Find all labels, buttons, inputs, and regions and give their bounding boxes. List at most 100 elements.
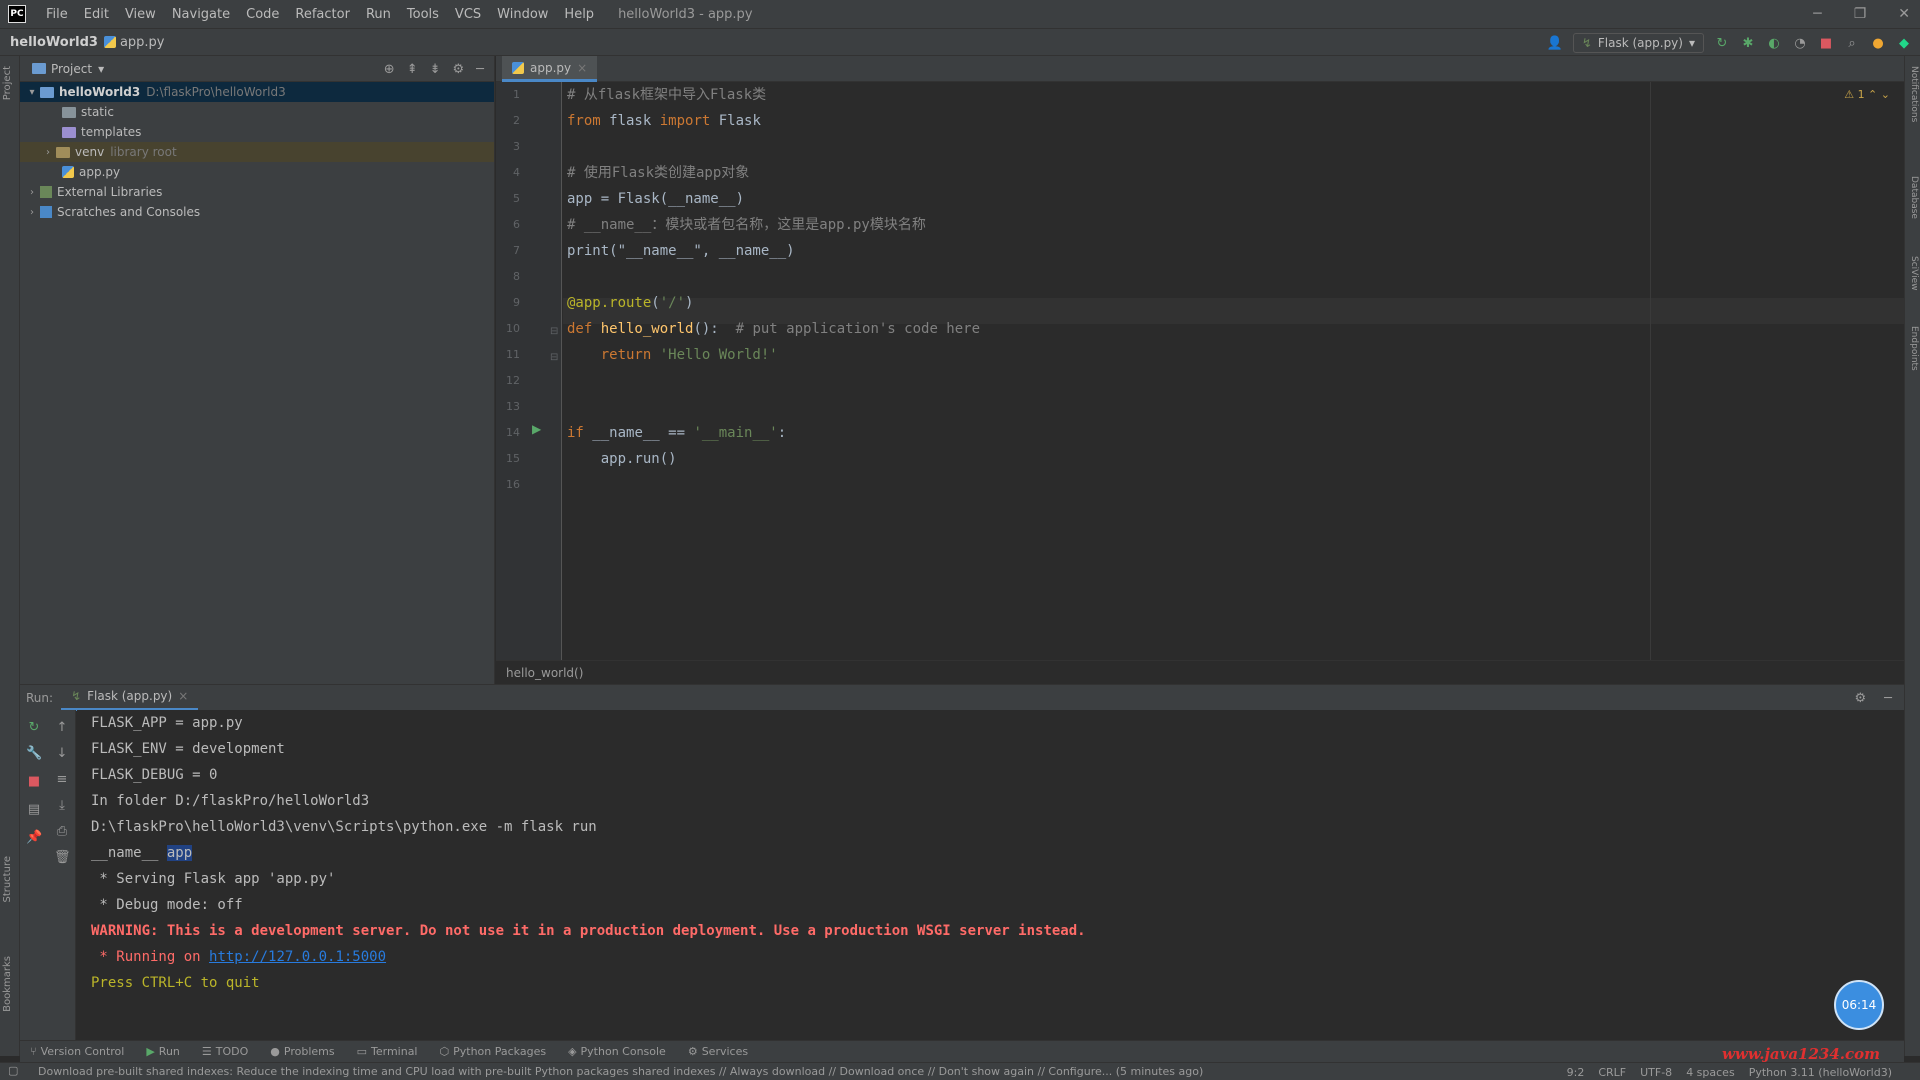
close-icon[interactable]: × bbox=[577, 61, 587, 75]
tree-item-project-root[interactable]: ▾ helloWorld3 D:\flaskPro\helloWorld3 bbox=[20, 82, 494, 102]
trash-icon[interactable]: 🗑 bbox=[54, 850, 71, 866]
pin-icon[interactable]: 📌 bbox=[26, 830, 42, 846]
python-file-icon bbox=[62, 166, 74, 178]
arrow-up-icon[interactable]: ↑ bbox=[54, 720, 70, 736]
tool-tab-bookmarks[interactable]: Bookmarks bbox=[2, 956, 18, 1012]
status-message[interactable]: Download pre-built shared indexes: Reduc… bbox=[0, 1065, 1280, 1078]
print-icon[interactable]: ⎙ bbox=[54, 824, 70, 840]
menu-refactor[interactable]: Refactor bbox=[287, 7, 358, 22]
wrench-icon[interactable]: 🔧 bbox=[26, 746, 42, 762]
layout-icon[interactable]: ▤ bbox=[26, 802, 42, 818]
menu-code[interactable]: Code bbox=[238, 7, 287, 22]
tool-window-version-control[interactable]: ⑂ Version Control bbox=[30, 1045, 124, 1058]
indent-setting[interactable]: 4 spaces bbox=[1686, 1066, 1735, 1079]
caret-position[interactable]: 9:2 bbox=[1567, 1066, 1585, 1079]
jetbrains-icon[interactable]: ◆ bbox=[1896, 35, 1912, 51]
tool-tab-endpoints[interactable]: Endpoints bbox=[1907, 326, 1919, 371]
gear-icon[interactable]: ⚙ bbox=[453, 62, 465, 77]
fold-icon[interactable]: ⊟ bbox=[550, 326, 558, 337]
profile-icon[interactable]: ◔ bbox=[1792, 35, 1808, 51]
breadcrumb-project[interactable]: helloWorld3 bbox=[0, 35, 104, 50]
run-config-selector[interactable]: ↯ Flask (app.py) ▾ bbox=[1572, 33, 1704, 53]
menu-navigate[interactable]: Navigate bbox=[164, 7, 238, 22]
menu-view[interactable]: View bbox=[117, 7, 164, 22]
tree-item-scratches[interactable]: › Scratches and Consoles bbox=[20, 202, 494, 222]
editor-breadcrumb[interactable]: hello_world() bbox=[496, 660, 1904, 684]
status-toggle-icon[interactable]: ▢ bbox=[8, 1064, 18, 1077]
menu-bar: PC File Edit View Navigate Code Refactor… bbox=[0, 0, 1920, 28]
menu-run[interactable]: Run bbox=[358, 7, 399, 22]
line-separator[interactable]: CRLF bbox=[1598, 1066, 1626, 1079]
tree-item-static[interactable]: static bbox=[20, 102, 494, 122]
tree-item-venv[interactable]: › venv library root bbox=[20, 142, 494, 162]
tree-item-external-libraries[interactable]: › External Libraries bbox=[20, 182, 494, 202]
coverage-icon[interactable]: ◐ bbox=[1766, 35, 1782, 51]
tool-tab-structure[interactable]: Structure bbox=[2, 856, 18, 903]
hide-icon[interactable]: ─ bbox=[476, 62, 484, 77]
tool-window-todo[interactable]: ☰ TODO bbox=[202, 1045, 248, 1058]
soft-wrap-icon[interactable]: ≡ bbox=[54, 772, 70, 788]
stop-icon[interactable]: ■ bbox=[1818, 35, 1834, 51]
chevron-down-icon[interactable]: ▾ bbox=[26, 87, 38, 98]
warning-indicator[interactable]: ⚠ 1 ⌃ ⌄ bbox=[1844, 88, 1890, 101]
tool-tab-project[interactable]: Project bbox=[2, 66, 18, 100]
minimize-icon[interactable]: ─ bbox=[1813, 6, 1821, 22]
console-line: Press CTRL+C to quit bbox=[91, 975, 260, 991]
menu-file[interactable]: File bbox=[38, 7, 76, 22]
user-icon[interactable]: 👤 bbox=[1547, 35, 1563, 51]
project-header: Project ▾ ⊕ ⇞ ⇟ ⚙ ─ bbox=[20, 56, 494, 82]
line-number: 12 bbox=[506, 374, 520, 387]
menu-vcs[interactable]: VCS bbox=[447, 7, 489, 22]
gear-icon[interactable]: ⚙ bbox=[1855, 691, 1867, 706]
menu-window[interactable]: Window bbox=[489, 7, 556, 22]
editor-tab-app-py[interactable]: app.py × bbox=[502, 56, 598, 82]
stop-icon[interactable]: ■ bbox=[26, 774, 42, 790]
hide-icon[interactable]: ─ bbox=[1884, 691, 1892, 706]
tool-tab-database[interactable]: Database bbox=[1907, 176, 1919, 219]
line-number: 10 bbox=[506, 322, 520, 335]
arrow-down-icon[interactable]: ↓ bbox=[54, 746, 70, 762]
tool-window-terminal[interactable]: ▭ Terminal bbox=[357, 1045, 418, 1058]
run-gutter-icon[interactable]: ▶ bbox=[532, 422, 541, 436]
close-icon[interactable]: ✕ bbox=[1898, 6, 1910, 22]
scroll-to-end-icon[interactable]: ⤓ bbox=[54, 798, 70, 814]
tool-tab-sciview[interactable]: SciView bbox=[1907, 256, 1919, 291]
debug-icon[interactable]: ✱ bbox=[1740, 35, 1756, 51]
code-editor[interactable]: # 从flask框架中导入Flask类 from flask import Fl… bbox=[563, 82, 1904, 660]
right-tool-strip: Notifications Database SciView Endpoints bbox=[1904, 56, 1920, 1056]
console-line: FLASK_ENV = development bbox=[91, 741, 285, 757]
search-icon[interactable]: ⌕ bbox=[1844, 35, 1860, 51]
file-encoding[interactable]: UTF-8 bbox=[1640, 1066, 1672, 1079]
chevron-right-icon[interactable]: › bbox=[26, 187, 38, 198]
fold-end-icon[interactable]: ⊟ bbox=[550, 352, 558, 363]
chevron-down-icon[interactable]: ▾ bbox=[98, 62, 104, 76]
update-icon[interactable]: ● bbox=[1870, 35, 1886, 51]
tool-window-python-packages[interactable]: ⬡ Python Packages bbox=[440, 1045, 547, 1058]
python-interpreter[interactable]: Python 3.11 (helloWorld3) bbox=[1749, 1066, 1892, 1079]
tool-window-python-console[interactable]: ◈ Python Console bbox=[568, 1045, 666, 1058]
expand-all-icon[interactable]: ⇟ bbox=[430, 62, 441, 77]
tool-tab-notifications[interactable]: Notifications bbox=[1907, 66, 1919, 122]
tree-item-app-py[interactable]: app.py bbox=[20, 162, 494, 182]
rerun-icon[interactable]: ↻ bbox=[1714, 35, 1730, 51]
tree-item-templates[interactable]: templates bbox=[20, 122, 494, 142]
server-url-link[interactable]: http://127.0.0.1:5000 bbox=[209, 949, 386, 965]
run-console[interactable]: FLASK_APP = app.py FLASK_ENV = developme… bbox=[77, 710, 1904, 1040]
tool-window-services[interactable]: ⚙ Services bbox=[688, 1045, 748, 1058]
collapse-all-icon[interactable]: ⇞ bbox=[407, 62, 418, 77]
maximize-icon[interactable]: ❐ bbox=[1854, 6, 1867, 22]
status-bar: ▢ Download pre-built shared indexes: Red… bbox=[0, 1062, 1920, 1080]
rerun-icon[interactable]: ↻ bbox=[26, 720, 42, 736]
menu-edit[interactable]: Edit bbox=[76, 7, 117, 22]
locate-icon[interactable]: ⊕ bbox=[384, 62, 395, 77]
tool-window-problems[interactable]: ● Problems bbox=[270, 1045, 334, 1058]
breadcrumb-file[interactable]: app.py bbox=[103, 35, 165, 50]
close-icon[interactable]: × bbox=[178, 689, 188, 703]
project-title[interactable]: Project bbox=[51, 62, 92, 76]
menu-help[interactable]: Help bbox=[556, 7, 602, 22]
chevron-right-icon[interactable]: › bbox=[42, 147, 54, 158]
menu-tools[interactable]: Tools bbox=[399, 7, 447, 22]
chevron-right-icon[interactable]: › bbox=[26, 207, 38, 218]
tool-window-run[interactable]: ▶ Run bbox=[146, 1045, 180, 1058]
run-tab-flask[interactable]: ↯ Flask (app.py) × bbox=[61, 685, 199, 711]
